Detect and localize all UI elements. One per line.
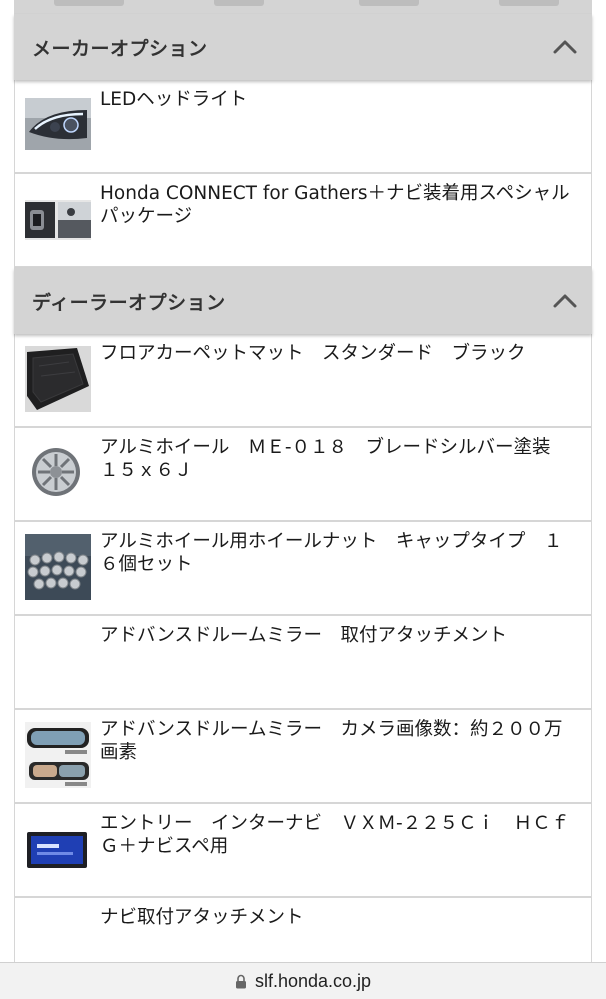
list-item[interactable]: アルミホイール ＭＥ-０１８ ブレードシルバー塗装 １５ｘ６Ｊ [14,428,592,522]
headlight-thumbnail [25,98,91,150]
navi-thumbnail [25,830,91,870]
url-text: slf.honda.co.jp [254,970,372,991]
list-item[interactable]: アドバンスドルームミラー 取付アタッチメント [14,616,592,710]
item-name: フロアカーペットマット スタンダード ブラック [100,343,526,364]
item-name: LEDヘッドライト [100,89,248,110]
connect-package-thumbnail [25,200,91,240]
list-item[interactable]: アルミホイール用ホイールナット キャップタイプ １６個セット [14,522,592,616]
item-name: Honda CONNECT for Gathers＋ナビ装着用スペシャルパッケー… [100,183,570,227]
maker-options-list: LEDヘッドライト Honda CONNECT for Gathers＋ナビ装着… [14,80,592,268]
list-item[interactable]: LEDヘッドライト [14,80,592,174]
item-name: アドバンスドルームミラー カメラ画像数：約２００万画素 [100,719,563,763]
maker-options-header[interactable]: メーカーオプション [14,14,592,80]
lock-icon [235,974,246,988]
chevron-up-icon[interactable] [552,36,578,56]
dealer-options-title: ディーラーオプション [32,291,226,314]
wheel-nuts-thumbnail [25,534,91,600]
floor-mat-thumbnail [25,346,91,412]
browser-address-bar[interactable]: slf.honda.co.jp [0,962,606,999]
dealer-options-list: フロアカーペットマット スタンダード ブラック アルミホイール ＭＥ-０１８ ブ… [14,334,592,992]
list-item[interactable]: アドバンスドルームミラー カメラ画像数：約２００万画素 [14,710,592,804]
item-name: アルミホイール ＭＥ-０１８ ブレードシルバー塗装 １５ｘ６Ｊ [100,437,570,481]
chevron-up-icon[interactable] [552,290,578,310]
maker-options-title: メーカーオプション [32,37,208,60]
list-item[interactable]: Honda CONNECT for Gathers＋ナビ装着用スペシャルパッケー… [14,174,592,268]
item-name: アルミホイール用ホイールナット キャップタイプ １６個セット [100,531,563,575]
list-item[interactable]: エントリー インターナビ ＶＸＭ-２２５Ｃｉ ＨＣｆＧ＋ナビスペ用 [14,804,592,898]
item-name: アドバンスドルームミラー 取付アタッチメント [100,625,508,646]
list-item[interactable]: フロアカーペットマット スタンダード ブラック [14,334,592,428]
mirror-camera-thumbnail [25,722,91,788]
item-name: エントリー インターナビ ＶＸＭ-２２５Ｃｉ ＨＣｆＧ＋ナビスペ用 [100,813,570,857]
scrolled-content-strip [14,0,592,14]
dealer-options-header[interactable]: ディーラーオプション [14,268,592,334]
alloy-wheel-thumbnail [25,446,91,498]
item-name: ナビ取付アタッチメント [100,907,304,928]
